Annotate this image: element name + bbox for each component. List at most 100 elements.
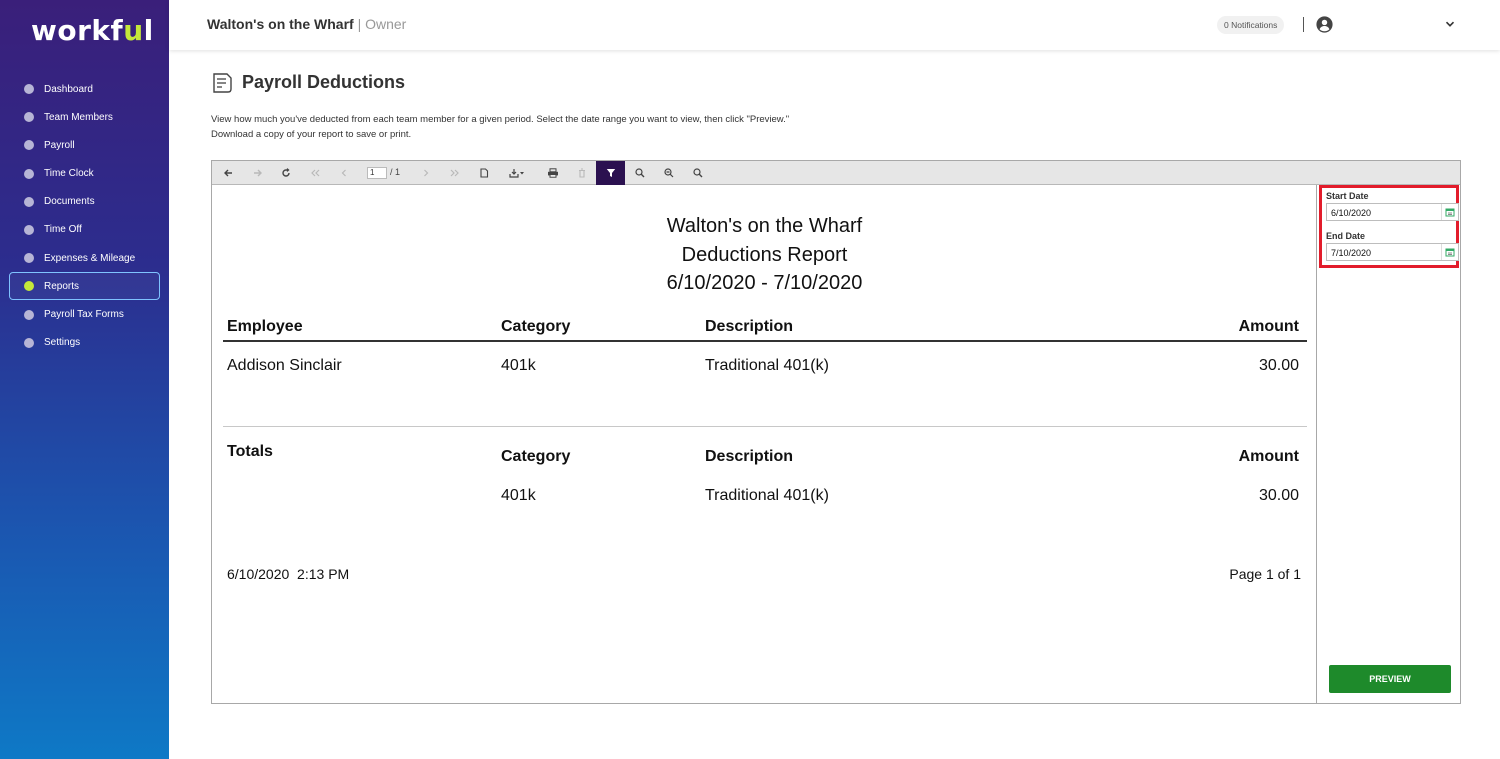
cell-category: 401k — [501, 357, 536, 374]
dot-icon — [24, 196, 34, 207]
zoom-in-icon[interactable] — [632, 165, 648, 181]
end-date-value: 7/10/2020 — [1331, 248, 1372, 258]
dot-icon — [24, 112, 34, 123]
report-page-number: Page 1 of 1 — [1229, 566, 1301, 582]
start-date-value: 6/10/2020 — [1331, 208, 1372, 218]
print-icon[interactable] — [545, 165, 561, 181]
totals-col-description: Description — [705, 448, 794, 465]
totals-cell-category: 401k — [501, 487, 536, 504]
calendar-icon[interactable] — [1441, 204, 1458, 220]
dot-icon — [24, 337, 34, 348]
document-list-icon — [213, 73, 232, 93]
report-parameters-panel: Start Date 6/10/2020 End Date 7/10/2020 … — [1318, 185, 1460, 703]
sidebar-item-label: Dashboard — [44, 83, 93, 95]
sidebar-item-expenses-mileage[interactable]: Expenses & Mileage — [9, 244, 160, 272]
role-separator: | — [353, 16, 366, 32]
company-label: Walton's on the Wharf — [207, 16, 354, 32]
calendar-icon[interactable] — [1441, 244, 1458, 260]
end-date-label: End Date — [1326, 231, 1366, 241]
delete-icon[interactable] — [574, 165, 590, 181]
page-view-icon[interactable] — [476, 165, 492, 181]
report-name: Deductions Report — [681, 244, 848, 266]
filter-icon[interactable] — [596, 161, 625, 185]
previous-page-icon[interactable] — [336, 165, 352, 181]
report-viewer: 1 / 1 Walton's on the Wharf Deductions R… — [211, 160, 1461, 704]
report-company: Walton's on the Wharf — [666, 215, 863, 237]
page-total: / 1 — [390, 167, 401, 177]
zoom-out-icon[interactable] — [661, 165, 677, 181]
zoom-fit-icon[interactable] — [690, 165, 706, 181]
dot-icon — [24, 224, 34, 235]
dot-icon — [24, 140, 34, 151]
report-date-range: 6/10/2020 - 7/10/2020 — [666, 272, 863, 294]
section-divider — [223, 426, 1307, 427]
cell-description: Traditional 401(k) — [705, 357, 829, 374]
user-circle-icon[interactable] — [1316, 16, 1333, 33]
next-page-icon[interactable] — [418, 165, 434, 181]
page-number-input[interactable]: 1 — [367, 167, 387, 179]
sidebar-item-label: Documents — [44, 196, 95, 208]
logo-text-main: workf — [31, 14, 124, 47]
report-timestamp: 6/10/2020 2:13 PM — [227, 566, 350, 582]
dot-icon — [24, 253, 34, 264]
col-amount: Amount — [1238, 318, 1299, 335]
sidebar-item-time-clock[interactable]: Time Clock — [9, 160, 160, 188]
totals-cell-amount: 30.00 — [1258, 487, 1299, 504]
company-name: Walton's on the Wharf | Owner — [207, 16, 406, 32]
sidebar-item-label: Time Clock — [44, 168, 94, 180]
cell-employee: Addison Sinclair — [227, 357, 342, 374]
dot-icon — [24, 309, 34, 320]
sidebar-item-time-off[interactable]: Time Off — [9, 216, 160, 244]
col-description: Description — [705, 318, 794, 335]
cell-amount: 30.00 — [1258, 357, 1299, 374]
dot-icon — [24, 281, 34, 292]
dot-icon — [24, 84, 34, 94]
sidebar: workful Dashboard Team Members Payroll T… — [0, 0, 169, 759]
sidebar-item-documents[interactable]: Documents — [9, 188, 160, 216]
col-employee: Employee — [227, 318, 303, 335]
notifications-badge[interactable]: 0 Notifications — [1217, 16, 1285, 34]
totals-label: Totals — [227, 443, 273, 460]
sidebar-item-label: Time Off — [44, 224, 82, 236]
last-page-icon[interactable] — [447, 165, 463, 181]
sidebar-item-payroll[interactable]: Payroll — [9, 131, 160, 159]
report-document: Walton's on the Wharf Deductions Report … — [212, 185, 1317, 703]
header-rule — [223, 340, 1307, 342]
back-icon[interactable] — [221, 165, 237, 181]
sidebar-item-label: Team Members — [44, 111, 113, 123]
chevron-down-icon[interactable] — [1445, 19, 1455, 29]
user-role: Owner — [365, 16, 407, 32]
sidebar-item-settings[interactable]: Settings — [9, 329, 160, 357]
refresh-icon[interactable] — [278, 165, 294, 181]
sidebar-item-team-members[interactable]: Team Members — [9, 103, 160, 131]
page-title: Payroll Deductions — [242, 72, 406, 92]
totals-cell-description: Traditional 401(k) — [705, 487, 829, 504]
preview-button[interactable]: PREVIEW — [1329, 665, 1451, 693]
date-range-highlight: Start Date 6/10/2020 End Date 7/10/2020 — [1319, 185, 1459, 268]
sidebar-item-label: Settings — [44, 337, 81, 349]
logo-text-tail: l — [143, 14, 154, 47]
first-page-icon[interactable] — [307, 165, 323, 181]
forward-icon[interactable] — [249, 165, 265, 181]
logo-text-accent: u — [123, 14, 144, 47]
sidebar-item-reports[interactable]: Reports — [9, 272, 160, 301]
sidebar-item-payroll-tax-forms[interactable]: Payroll Tax Forms — [9, 301, 160, 329]
sidebar-nav: Dashboard Team Members Payroll Time Cloc… — [9, 75, 160, 357]
totals-col-amount: Amount — [1238, 448, 1299, 465]
totals-col-category: Category — [501, 448, 571, 465]
export-icon[interactable] — [506, 165, 528, 181]
col-category: Category — [501, 318, 571, 335]
page-description: View how much you've deducted from each … — [211, 114, 790, 140]
end-date-field[interactable]: 7/10/2020 — [1326, 243, 1459, 261]
viewer-toolbar: 1 / 1 — [212, 161, 1460, 185]
start-date-label: Start Date — [1326, 191, 1369, 201]
sidebar-item-label: Reports — [44, 280, 80, 292]
sidebar-item-label: Payroll — [44, 139, 75, 151]
start-date-field[interactable]: 6/10/2020 — [1326, 203, 1459, 221]
header-divider — [1303, 17, 1304, 32]
workful-logo[interactable]: workful — [31, 14, 154, 47]
dot-icon — [24, 168, 34, 179]
top-header: Walton's on the Wharf | Owner 0 Notifica… — [169, 0, 1500, 50]
sidebar-item-label: Expenses & Mileage — [44, 252, 136, 264]
sidebar-item-dashboard[interactable]: Dashboard — [9, 75, 160, 103]
